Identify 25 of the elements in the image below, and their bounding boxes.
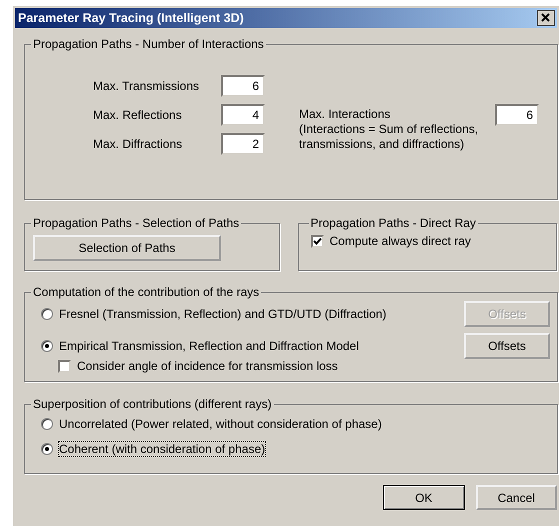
field-label: Max. Interactions xyxy=(299,107,392,122)
group-title: Computation of the contribution of the rays xyxy=(32,285,260,299)
group-title: Propagation Paths - Direct Ray xyxy=(310,216,477,230)
input-field[interactable]: 6 xyxy=(495,104,539,126)
window-title: Parameter Ray Tracing (Intelligent 3D) xyxy=(18,11,244,25)
radio-label: Uncorrelated (Power related, without consideration of phase) xyxy=(59,417,382,431)
input-field[interactable]: 4 xyxy=(221,104,265,126)
checkbox-label: Compute always direct ray xyxy=(330,234,471,248)
input-field[interactable]: 6 xyxy=(221,75,265,97)
radio-label: Fresnel (Transmission, Reflection) and GTD/UTD (Diffraction) xyxy=(59,307,386,321)
offsets-button[interactable]: Offsets xyxy=(464,333,550,359)
group-title: Propagation Paths - Number of Interactions xyxy=(32,37,265,51)
input-field[interactable]: 2 xyxy=(221,133,265,155)
radio-label: Coherent (with consideration of phase) xyxy=(59,442,266,456)
selection-button[interactable]: Selection of Paths xyxy=(33,235,221,261)
group-title: Propagation Paths - Selection of Paths xyxy=(32,216,240,230)
group-title: Superposition of contributions (different rays) xyxy=(32,397,273,411)
radio-label: Empirical Transmission, Reflection and Diffraction Model xyxy=(59,339,359,353)
dialog-button[interactable]: Cancel xyxy=(476,485,557,510)
field-label: Max. Diffractions xyxy=(93,137,184,151)
note-text: (Interactions = Sum of reflections, transmissions, and diffractions) xyxy=(299,122,480,152)
field-label: Max. Reflections xyxy=(93,108,183,122)
dialog-button[interactable]: OK xyxy=(383,485,464,510)
field-label: Max. Transmissions xyxy=(93,79,200,93)
checkbox-label: Consider angle of incidence for transmission loss xyxy=(77,359,338,373)
